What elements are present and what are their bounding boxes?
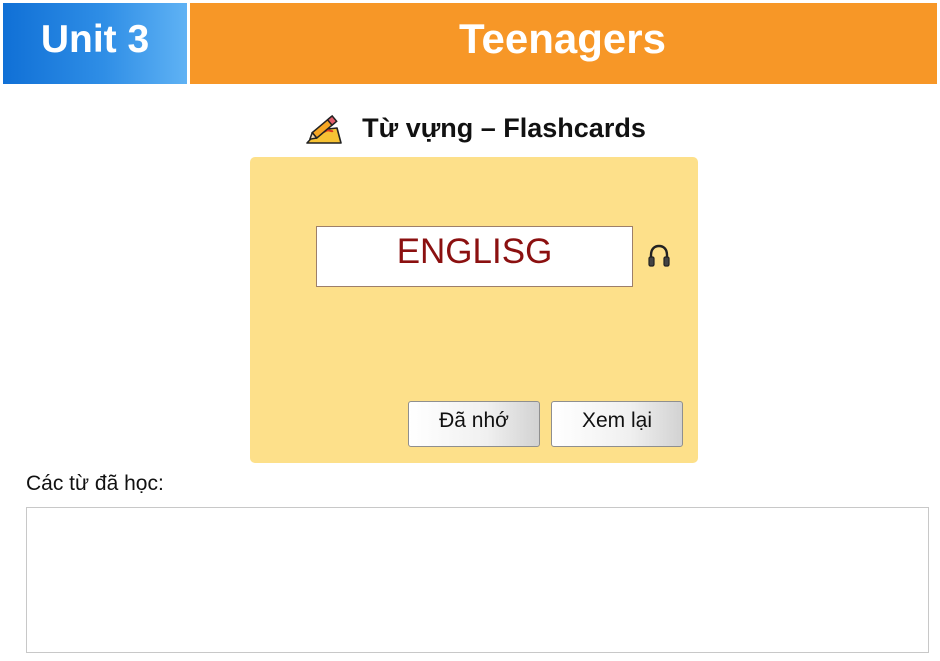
learned-words-list <box>26 507 929 653</box>
remembered-button[interactable]: Đã nhớ <box>408 401 540 447</box>
flashcard-word: ENGLISG <box>316 226 633 287</box>
section-title: Từ vựng – Flashcards <box>362 112 646 143</box>
section-heading: Từ vựng – Flashcards <box>0 106 940 150</box>
page-header: Unit 3 Teenagers <box>3 3 937 84</box>
learned-words-label: Các từ đã học: <box>26 472 164 495</box>
review-button[interactable]: Xem lại <box>551 401 683 447</box>
pencil-writing-icon <box>306 114 342 144</box>
headphones-icon[interactable] <box>647 243 671 269</box>
unit-title: Teenagers <box>190 3 937 84</box>
unit-label: Unit 3 <box>3 3 187 84</box>
flashcard: ENGLISG Đã nhớ Xem lại <box>250 157 698 463</box>
